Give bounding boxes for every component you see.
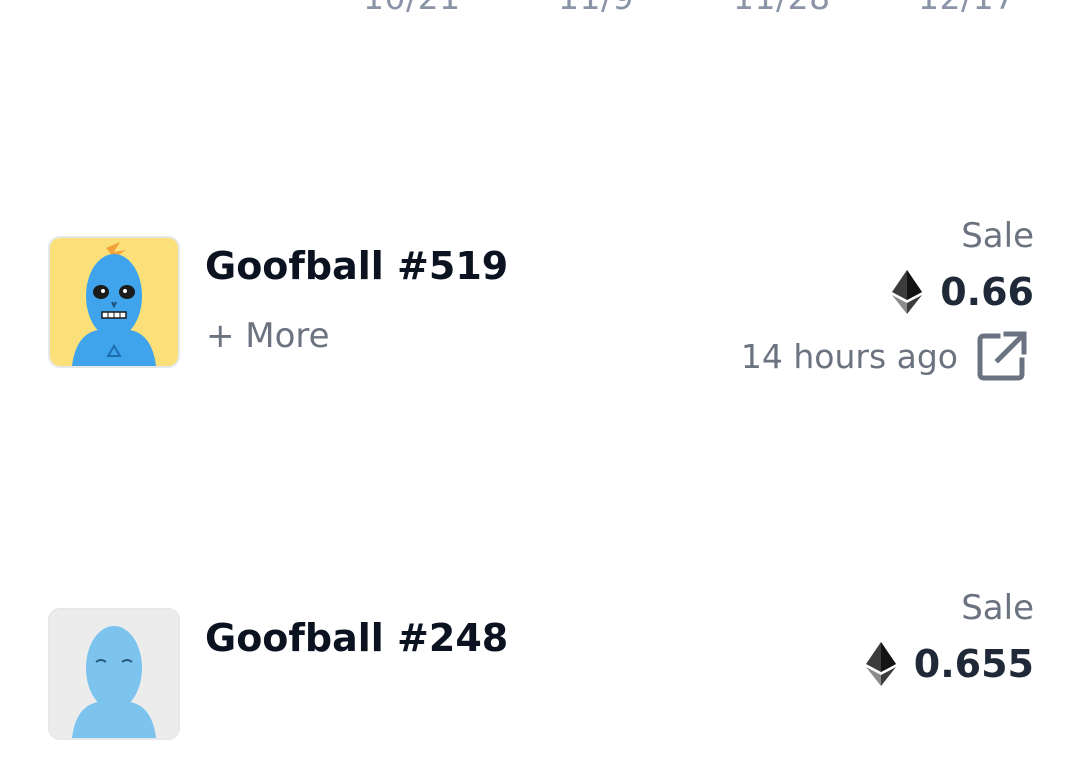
nft-thumbnail[interactable] [48,236,180,368]
x-axis-tick: 11/28 [733,0,831,17]
eth-icon [865,642,896,686]
goofball-image [50,610,178,738]
external-link-icon[interactable] [974,328,1030,384]
x-axis-tick: 12/17 [918,0,1016,17]
item-title[interactable]: Goofball #519 [205,244,508,288]
x-axis-tick: 10/21 [363,0,461,17]
timestamp: 14 hours ago [740,336,958,376]
event-type-label: Sale [961,216,1034,256]
more-link[interactable]: + More [206,316,330,356]
nft-thumbnail[interactable] [48,608,180,740]
price-value: 0.655 [913,642,1034,686]
price-display: 0.66 [892,268,1034,316]
goofball-image [50,238,178,366]
x-axis-tick: 11/9 [558,0,634,17]
eth-icon [892,270,923,314]
price-display: 0.655 [865,640,1034,688]
price-value: 0.66 [940,270,1034,314]
event-type-label: Sale [961,588,1034,628]
item-title[interactable]: Goofball #248 [205,616,508,660]
activity-row: Goofball #248 Sale 0.655 [0,584,1080,784]
timestamp-row: 14 hours ago [741,328,1030,384]
chart-x-axis: 10/21 11/9 11/28 12/17 [0,0,1080,30]
activity-row: Goofball #519 + More Sale 0.66 14 hours … [0,212,1080,412]
